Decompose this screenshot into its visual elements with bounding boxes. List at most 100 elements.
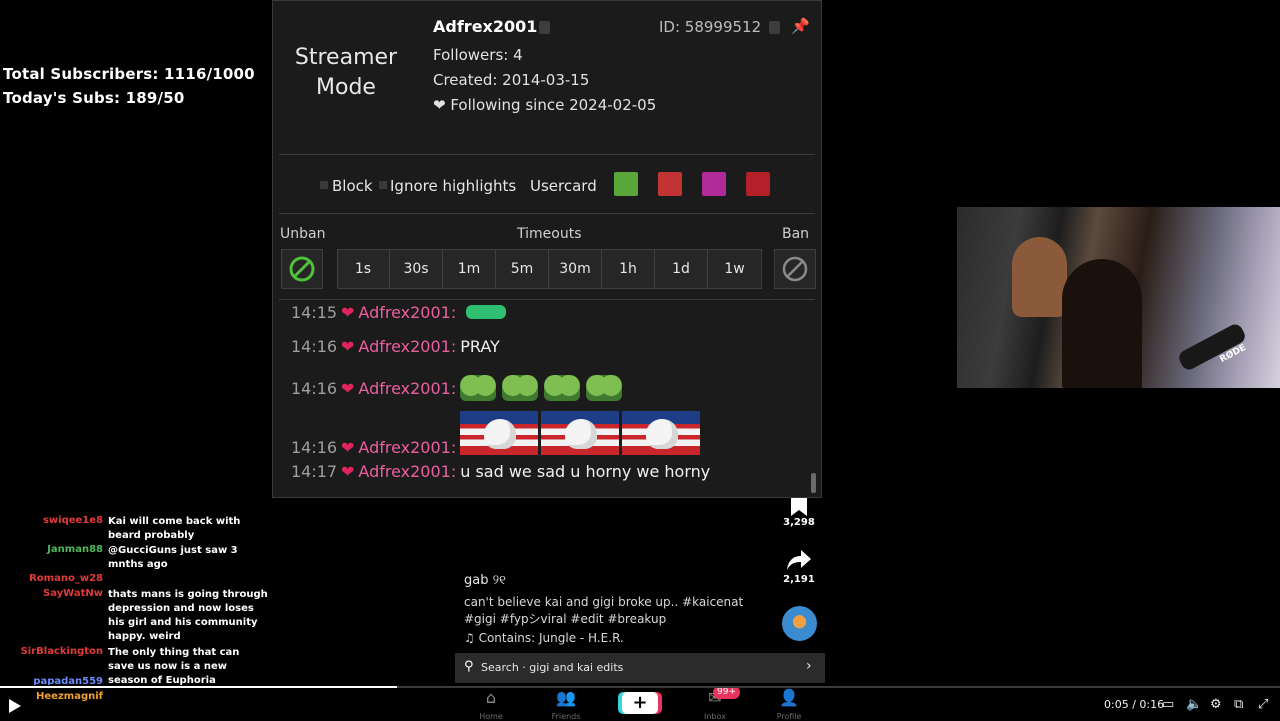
chat-time: 14:16 — [291, 336, 338, 356]
timeout-1d-button[interactable]: 1d — [655, 249, 708, 289]
chat-username[interactable]: Romano_w28 — [0, 573, 103, 584]
timeout-1s-button[interactable]: 1s — [337, 249, 390, 289]
streamer-mode-label: Streamer Mode — [294, 45, 398, 100]
divider — [279, 213, 815, 214]
today-subs: Today's Subs: 189/50 — [3, 89, 185, 107]
search-bar[interactable]: ⚲ Search · gigi and kai edits › — [455, 653, 825, 683]
webcam-feed: RØDE — [957, 207, 1280, 388]
timeout-1h-button[interactable]: 1h — [602, 249, 655, 289]
timeouts-label: Timeouts — [517, 226, 582, 242]
fullscreen-icon[interactable]: ⤢ — [1258, 697, 1268, 712]
timeout-30s-button[interactable]: 30s — [390, 249, 443, 289]
usercard-following: ❤ Following since 2024-02-05 — [433, 96, 657, 114]
chat-time: 14:17 — [291, 461, 338, 481]
total-subscribers: Total Subscribers: 1116/1000 — [3, 65, 255, 83]
vip-diamond-badge-icon[interactable] — [702, 172, 726, 196]
saves-count: 3,298 — [783, 517, 815, 528]
chat-username[interactable]: papadan559 — [0, 676, 103, 685]
pin-icon[interactable]: 📌 — [791, 17, 810, 35]
stream-chat: swiqee1e8 Kai will come back with beard … — [0, 515, 270, 685]
chat-text: thats mans is going through depression a… — [108, 589, 268, 642]
pepe-pray-emote — [586, 375, 623, 401]
chat-time: 14:16 — [291, 378, 338, 398]
usercard-id: ID: 58999512 — [659, 18, 762, 36]
video-player-bar — [0, 686, 1280, 720]
chat-text: @GucciGuns just saw 3 mnths ago — [108, 545, 238, 570]
volume-icon[interactable]: 🔈 — [1186, 697, 1202, 712]
chat-scrollbar[interactable] — [811, 473, 816, 493]
heart-badge-icon: ❤ — [341, 302, 355, 322]
chat-username[interactable]: Adfrex2001: — [358, 337, 456, 356]
chat-username[interactable]: SirBlackington — [0, 646, 103, 657]
usercard-link[interactable]: Usercard — [530, 177, 597, 195]
timeout-30m-button[interactable]: 30m — [549, 249, 602, 289]
chat-message: 14:16 ❤ Adfrex2001: — [291, 371, 628, 405]
copy-username-icon[interactable] — [539, 21, 550, 34]
chat-username[interactable]: Adfrex2001: — [358, 303, 456, 322]
subtitles-icon[interactable]: ▭ — [1162, 697, 1174, 712]
chat-text: The only thing that can save us now is a… — [108, 647, 240, 685]
eagle-flag-emote — [460, 411, 539, 455]
unban-button[interactable] — [281, 249, 323, 289]
divider — [279, 154, 815, 155]
sound-disc-icon[interactable] — [782, 606, 817, 641]
vip-red-diamond-badge-icon[interactable] — [746, 172, 770, 196]
pepe-pray-emote — [502, 375, 539, 401]
broadcaster-sword-badge-icon[interactable] — [658, 172, 682, 196]
divider — [279, 299, 815, 300]
copy-id-icon[interactable] — [769, 21, 780, 34]
timeout-1m-button[interactable]: 1m — [443, 249, 496, 289]
usercard-popup: Streamer Mode Adfrex2001 ID: 58999512 📌 … — [272, 0, 822, 498]
ignore-highlights-option[interactable]: Ignore highlights — [390, 177, 516, 195]
timeout-5m-button[interactable]: 5m — [496, 249, 549, 289]
video-caption-tags[interactable]: #gigi #fypシviral #edit #breakup — [464, 610, 666, 627]
chat-text: PRAY — [460, 336, 500, 356]
shares-count: 2,191 — [783, 574, 815, 585]
settings-icon[interactable]: ⚙ — [1210, 697, 1222, 712]
chat-message: 14:16 ❤ Adfrex2001: PRAY — [291, 329, 500, 363]
popout-icon[interactable]: ⧉ — [1234, 697, 1243, 712]
chat-username[interactable]: SayWatNw — [0, 588, 103, 599]
block-option[interactable]: Block — [332, 177, 373, 195]
eagle-flag-emote — [541, 411, 620, 455]
mod-sword-badge-icon[interactable] — [614, 172, 638, 196]
player-time: 0:05 / 0:16 — [1104, 698, 1165, 711]
ban-label: Ban — [782, 226, 810, 242]
chat-time: 14:15 — [291, 302, 338, 322]
timeout-1w-button[interactable]: 1w — [708, 249, 761, 289]
video-sound[interactable]: ♫ Contains: Jungle - H.E.R. — [464, 631, 624, 645]
play-icon[interactable] — [9, 699, 21, 713]
chat-text: u sad we sad u horny we horny — [460, 461, 711, 481]
chevron-right-icon: › — [806, 658, 812, 674]
pepe-pray-emote — [460, 375, 497, 401]
usercard-username: Adfrex2001 — [433, 17, 538, 36]
heart-badge-icon: ❤ — [341, 378, 355, 398]
search-text: Search · gigi and kai edits — [481, 661, 624, 674]
chat-username[interactable]: Adfrex2001: — [358, 462, 456, 481]
pepe-pray-emote — [544, 375, 581, 401]
user-chat-log: 14:15 ❤ Adfrex2001: 14:16 ❤ Adfrex2001: … — [273, 301, 821, 497]
block-checkbox[interactable] — [320, 181, 328, 189]
eagle-flag-emote — [622, 411, 701, 455]
search-icon: ⚲ — [464, 659, 474, 674]
unban-label: Unban — [280, 226, 326, 242]
heart-badge-icon: ❤ — [341, 336, 355, 356]
chat-username[interactable]: swiqee1e8 — [0, 515, 103, 526]
bookmark-icon[interactable] — [788, 498, 810, 516]
chat-message: 14:17 ❤ Adfrex2001: u sad we sad u horny… — [291, 454, 710, 488]
chat-text: Kai will come back with beard probably — [108, 516, 241, 541]
ban-icon — [782, 256, 808, 282]
emote — [466, 305, 507, 319]
usercard-followers: Followers: 4 — [433, 46, 523, 64]
chat-username[interactable]: Adfrex2001: — [358, 379, 456, 398]
video-caption: can't believe kai and gigi broke up.. #k… — [464, 595, 744, 609]
video-author[interactable]: gab ୨୧ — [464, 573, 506, 588]
share-icon[interactable] — [786, 548, 812, 572]
teddy-bear — [1012, 237, 1067, 317]
progress-track[interactable] — [0, 686, 1280, 688]
heart-badge-icon: ❤ — [341, 461, 355, 481]
chat-username[interactable]: Janman88 — [0, 544, 103, 555]
ignore-highlights-checkbox[interactable] — [379, 181, 387, 189]
unban-icon — [289, 256, 315, 282]
ban-button[interactable] — [774, 249, 816, 289]
